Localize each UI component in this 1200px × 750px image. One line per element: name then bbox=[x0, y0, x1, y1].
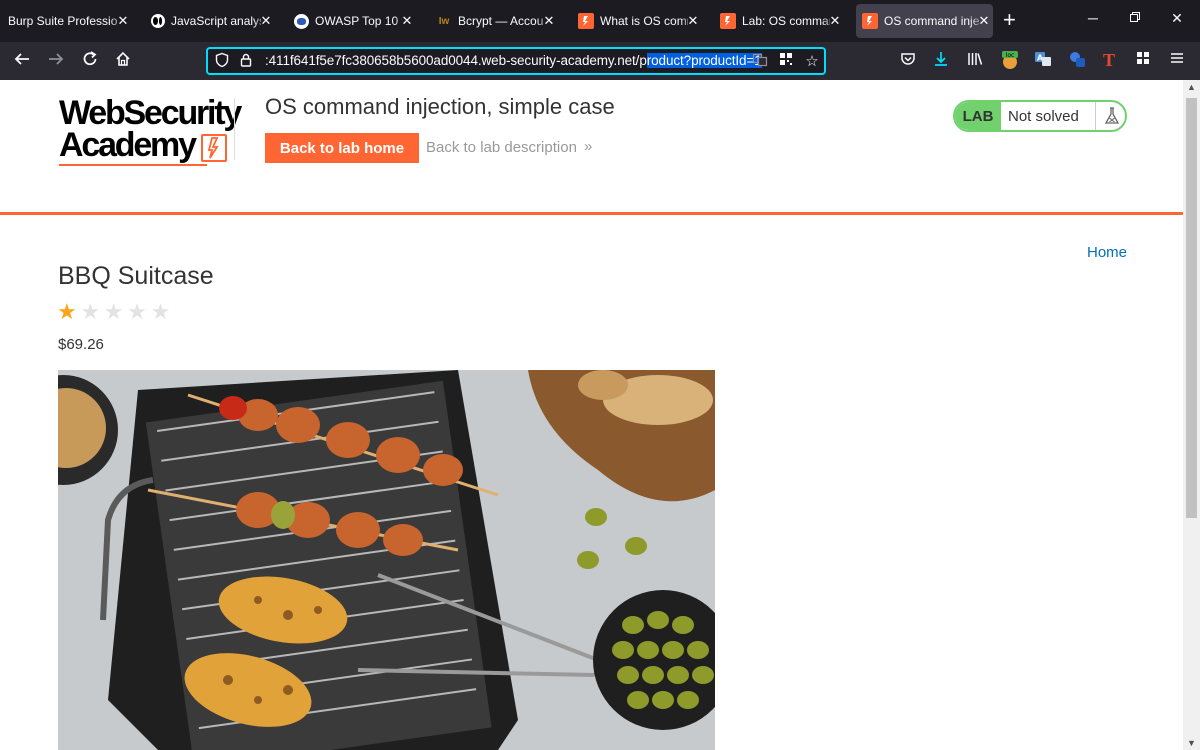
close-tab-icon[interactable]: ✕ bbox=[828, 13, 842, 29]
forward-arrow-icon[interactable] bbox=[44, 50, 68, 72]
tab-title: JavaScript analysis bbox=[171, 14, 261, 28]
tab-lab-os-command[interactable]: Lab: OS comman ✕ bbox=[720, 0, 844, 42]
minimize-icon[interactable]: ─ bbox=[1083, 10, 1103, 26]
menu-icon[interactable] bbox=[1165, 50, 1189, 70]
home-icon[interactable] bbox=[111, 50, 135, 72]
page-scrollbar[interactable]: ▲ ▼ bbox=[1183, 80, 1200, 750]
product-image bbox=[58, 370, 715, 750]
product-rating: ★ ★ ★ ★ ★ bbox=[57, 301, 174, 323]
localhost-extension-icon[interactable]: loc bbox=[998, 50, 1022, 74]
tab-title: Bcrypt — Account bbox=[458, 14, 544, 28]
tab-bar: Burp Suite Profession ✕ JavaScript analy… bbox=[0, 0, 1200, 42]
close-tab-icon[interactable]: ✕ bbox=[686, 13, 700, 29]
close-tab-icon[interactable]: ✕ bbox=[542, 13, 556, 29]
url-selection: roduct?productId=1 bbox=[646, 53, 762, 68]
translate-page-icon[interactable] bbox=[750, 52, 770, 72]
portswigger-icon bbox=[862, 13, 878, 29]
tab-title: What is OS comm bbox=[600, 14, 688, 28]
url-unselected: :411f641f5e7fc380658b5600ad0044.web-secu… bbox=[265, 53, 647, 68]
logo-line2: Academy bbox=[59, 126, 197, 164]
tab-title: OWASP Top 10 fo bbox=[315, 14, 402, 28]
tab-title: Burp Suite Profession bbox=[8, 14, 118, 28]
header-rule bbox=[0, 212, 1183, 215]
lab-status-widget: LAB Not solved bbox=[953, 100, 1127, 132]
product-title: BBQ Suitcase bbox=[58, 262, 214, 290]
tab-bcrypt[interactable]: Iw Bcrypt — Account ✕ bbox=[436, 0, 558, 42]
language-extension-icon[interactable] bbox=[1065, 50, 1089, 72]
logo-underline bbox=[59, 164, 207, 166]
logo-line1: WebSecurity bbox=[59, 94, 242, 132]
page-content: WebSecurity Academy OS command injection… bbox=[0, 80, 1183, 750]
lab-title: OS command injection, simple case bbox=[265, 94, 615, 119]
iw-icon: Iw bbox=[438, 15, 450, 27]
text-extension-icon[interactable]: T bbox=[1097, 50, 1121, 70]
bookmark-star-icon[interactable]: ☆ bbox=[802, 52, 822, 70]
new-tab-button[interactable]: + bbox=[1003, 9, 1016, 31]
medium-icon bbox=[151, 14, 165, 28]
tab-owasp[interactable]: OWASP Top 10 fo ✕ bbox=[294, 0, 416, 42]
close-tab-icon[interactable]: ✕ bbox=[400, 13, 414, 29]
close-window-icon[interactable]: ✕ bbox=[1167, 10, 1187, 27]
header-divider bbox=[234, 98, 235, 160]
tab-what-is-os-command[interactable]: What is OS comm ✕ bbox=[578, 0, 702, 42]
star-empty-icon: ★ bbox=[127, 299, 147, 324]
close-tab-icon[interactable]: ✕ bbox=[259, 13, 273, 29]
portswigger-icon bbox=[720, 13, 736, 29]
portswigger-icon bbox=[578, 13, 594, 29]
star-empty-icon: ★ bbox=[103, 299, 124, 324]
svg-text:loc: loc bbox=[1006, 52, 1015, 59]
scroll-thumb[interactable] bbox=[1186, 98, 1197, 518]
back-to-lab-description-link[interactable]: Back to lab description bbox=[426, 139, 577, 156]
product-price: $69.26 bbox=[58, 336, 104, 353]
close-tab-icon[interactable]: ✕ bbox=[116, 13, 130, 29]
flask-icon bbox=[1095, 102, 1125, 130]
owasp-icon bbox=[294, 13, 309, 29]
restore-icon[interactable] bbox=[1125, 10, 1145, 26]
qr-code-icon[interactable] bbox=[776, 52, 796, 70]
translate-extension-icon[interactable]: A bbox=[1031, 50, 1055, 72]
download-icon[interactable] bbox=[929, 50, 953, 72]
tracking-shield-icon[interactable] bbox=[212, 52, 232, 72]
tab-os-command-injection-active[interactable]: OS command inje ✕ bbox=[856, 4, 993, 38]
address-bar[interactable]: :411f641f5e7fc380658b5600ad0044.web-secu… bbox=[206, 47, 826, 75]
url-text[interactable]: :411f641f5e7fc380658b5600ad0044.web-secu… bbox=[265, 53, 762, 68]
star-empty-icon: ★ bbox=[150, 299, 171, 324]
reload-icon[interactable] bbox=[78, 50, 102, 72]
back-to-lab-home-button[interactable]: Back to lab home bbox=[265, 133, 419, 163]
pocket-icon[interactable] bbox=[896, 50, 920, 72]
chevron-right-icon: » bbox=[584, 138, 593, 155]
back-arrow-icon[interactable] bbox=[10, 50, 34, 72]
library-icon[interactable] bbox=[963, 50, 987, 72]
tab-javascript-analysis[interactable]: JavaScript analysis ✕ bbox=[151, 0, 275, 42]
navigation-toolbar: :411f641f5e7fc380658b5600ad0044.web-secu… bbox=[0, 42, 1200, 80]
tab-title: OS command inje bbox=[884, 14, 979, 28]
scroll-down-icon[interactable]: ▼ bbox=[1183, 738, 1200, 748]
lab-badge: LAB bbox=[955, 102, 1001, 130]
tab-title: Lab: OS comman bbox=[742, 14, 830, 28]
academy-bolt-icon bbox=[201, 134, 227, 162]
lab-status-text: Not solved bbox=[1008, 108, 1079, 125]
lock-icon[interactable] bbox=[236, 52, 256, 72]
extensions-icon[interactable] bbox=[1131, 50, 1155, 70]
home-link[interactable]: Home bbox=[1087, 244, 1127, 261]
close-tab-icon[interactable]: ✕ bbox=[977, 13, 991, 29]
star-empty-icon: ★ bbox=[80, 299, 101, 324]
scroll-up-icon[interactable]: ▲ bbox=[1183, 82, 1200, 92]
star-filled-icon: ★ bbox=[57, 299, 77, 324]
tab-burp[interactable]: Burp Suite Profession ✕ bbox=[8, 0, 132, 42]
